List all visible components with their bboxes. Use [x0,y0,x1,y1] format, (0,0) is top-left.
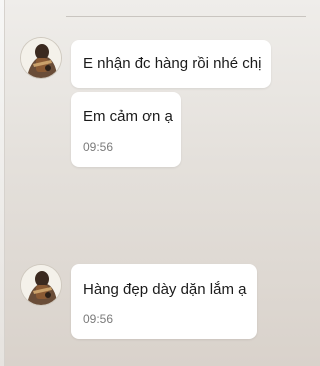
message-bubble[interactable]: E nhận đc hàng rồi nhé chị [71,40,271,88]
message-text: Hàng đẹp dày dặn lắm ạ [83,281,247,298]
avatar-icon [21,265,61,305]
avatar-icon [21,38,61,78]
message-bubble[interactable]: Hàng đẹp dày dặn lắm ạ 09:56 [71,264,257,339]
message-text: E nhận đc hàng rồi nhé chị [83,55,262,72]
sender-avatar[interactable] [21,38,61,78]
sender-avatar[interactable] [21,265,61,305]
left-panel-edge [0,0,5,366]
message-timestamp: 09:56 [83,140,114,154]
message-text: Em cảm ơn ạ [83,108,173,125]
message-bubble[interactable]: Em cảm ơn ạ 09:56 [71,92,181,167]
message-timestamp: 09:56 [83,312,114,326]
top-divider [66,16,306,17]
